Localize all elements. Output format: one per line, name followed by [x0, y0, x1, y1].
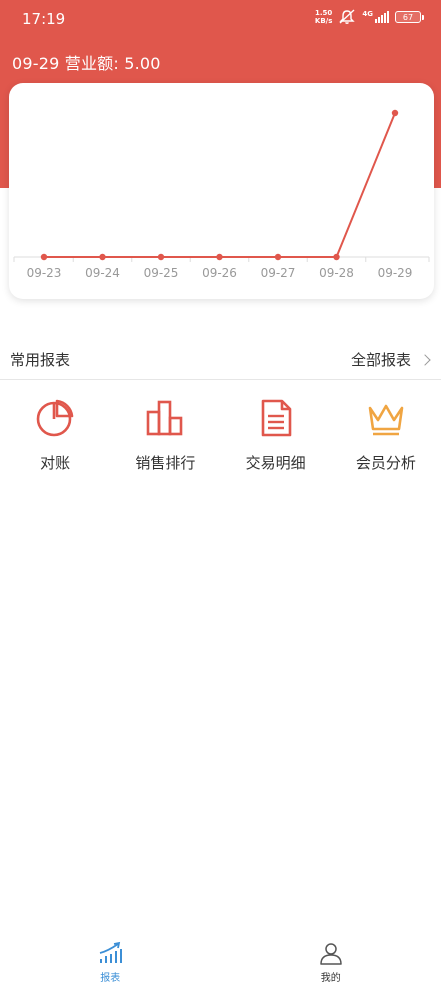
user-icon: [320, 943, 342, 965]
crown-icon: [368, 404, 404, 436]
shortcut-reconciliation[interactable]: 对账: [0, 398, 110, 488]
shortcut-label: 对账: [40, 454, 71, 472]
all-reports-link[interactable]: 全部报表: [350, 349, 431, 370]
shortcut-member-analysis[interactable]: 会员分析: [331, 398, 441, 488]
status-time: 17:19: [22, 10, 66, 28]
data-point-09-29[interactable]: [391, 109, 399, 117]
x-tick-label: 09-23: [27, 266, 62, 280]
signal-icon: [375, 11, 389, 23]
tab-reports[interactable]: 报表: [0, 935, 221, 985]
net-speed-value: 1.50: [314, 9, 333, 17]
report-chart-icon: [100, 941, 123, 963]
data-point-09-26[interactable]: [216, 253, 223, 261]
report-page: 17:19 1.50 KB/s 4G 67 09-29 营业额: 5.00 09…: [0, 0, 441, 985]
x-tick-label: 09-25: [144, 266, 179, 280]
section-title: 常用报表: [10, 351, 71, 369]
chevron-right-icon: [419, 353, 431, 366]
data-point-09-27[interactable]: [274, 253, 282, 261]
net-speed: 1.50 KB/s: [315, 9, 332, 25]
tab-mine[interactable]: 我的: [221, 935, 441, 985]
tab-label: 报表: [100, 973, 121, 984]
mute-icon: [339, 9, 356, 24]
data-point-09-28[interactable]: [333, 253, 340, 261]
shortcut-label: 交易明细: [245, 454, 306, 472]
pie-chart-icon: [36, 399, 74, 437]
x-tick-label: 09-29: [378, 266, 413, 280]
shortcut-label: 会员分析: [355, 454, 416, 472]
shortcut-sales-ranking[interactable]: 销售排行: [110, 398, 220, 488]
data-point-09-25[interactable]: [157, 253, 165, 261]
tab-label: 我的: [320, 973, 341, 984]
shortcut-transaction-detail[interactable]: 交易明细: [221, 398, 331, 488]
revenue-line-chart: 09-23 09-24 09-25 09-26 09-27 09-28 09-29: [13, 109, 430, 280]
status-indicators: 1.50 KB/s 4G 67: [315, 9, 424, 25]
status-bar: 17:19 1.50 KB/s 4G 67: [0, 0, 441, 40]
common-reports-header: 常用报表 全部报表: [0, 340, 441, 380]
net-speed-unit: KB/s: [314, 17, 333, 25]
revenue-chart-card: 09-23 09-24 09-25 09-26 09-27 09-28 09-29: [9, 83, 434, 299]
data-point-09-23[interactable]: [40, 253, 48, 261]
bar-chart-icon: [147, 400, 183, 436]
x-tick-label: 09-24: [85, 266, 120, 280]
x-tick-label: 09-26: [202, 266, 237, 280]
shortcut-label: 销售排行: [135, 454, 196, 472]
data-point-09-24[interactable]: [99, 253, 106, 261]
revenue-summary: 09-29 营业额: 5.00: [12, 54, 161, 73]
network-type: 4G: [362, 10, 373, 18]
all-reports-label: 全部报表: [350, 351, 411, 369]
bottom-tab-bar: 报表 我的: [0, 935, 441, 985]
report-shortcuts: 对账 销售排行 交易明细 会员分析: [0, 398, 441, 488]
x-tick-label: 09-27: [261, 266, 296, 280]
battery-level: 67: [402, 12, 414, 22]
battery-icon: 67: [395, 11, 424, 23]
document-icon: [261, 399, 291, 437]
series-line: [44, 112, 396, 258]
x-tick-label: 09-28: [319, 266, 354, 280]
